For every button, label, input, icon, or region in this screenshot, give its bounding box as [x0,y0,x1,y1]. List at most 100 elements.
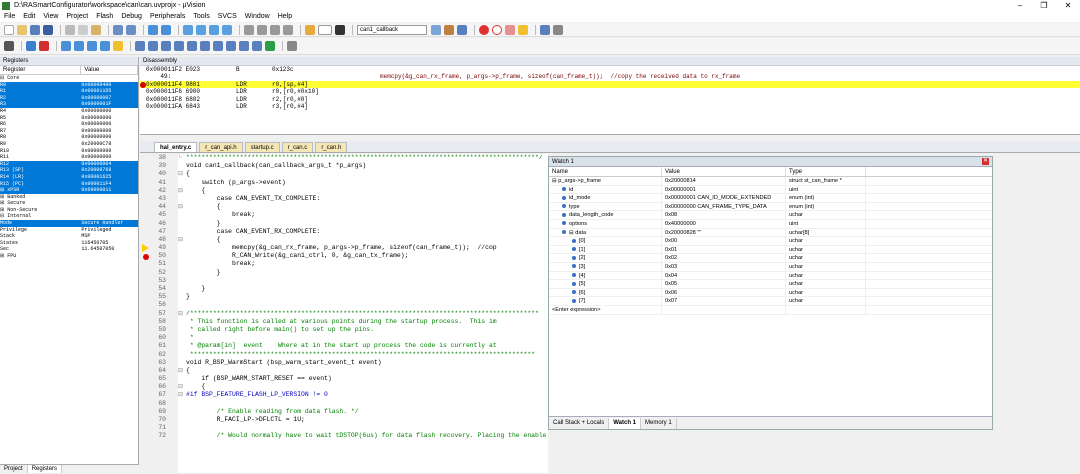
call-stack-window-icon[interactable] [187,41,197,51]
code-line[interactable]: 67 ⊟ #if BSP_FEATURE_FLASH_LP_VERSION != 0 [140,391,548,399]
code-line[interactable]: 69 /* Enable reading from data flash. */ [140,408,548,416]
watch-value[interactable]: 0x00000001 CAN_ID_MODE_EXTENDED [662,194,786,202]
register-row[interactable]: ⊞ Secure [0,200,138,207]
clear-bookmarks-icon[interactable] [222,24,232,35]
memory-window-icon[interactable] [213,41,223,51]
register-row[interactable]: R8 0x00000000 [0,134,138,141]
code-editor[interactable]: 38 └ *************************************… [140,154,548,473]
disassembly-line[interactable]: 0x000011F8 6802 LDR r2,[r0,#0] [140,96,1080,103]
watch-value[interactable]: 0x20000828 "" [662,228,786,237]
code-line[interactable]: 62 *************************************… [140,351,548,359]
code-line[interactable]: 45 break; [140,211,548,219]
code-line[interactable]: 56 [140,301,548,309]
watch-row[interactable]: options 0x40000000 uint [549,219,992,229]
window-layout-icon[interactable] [540,24,550,35]
watch-row[interactable]: [1] 0x01 uchar [549,245,992,255]
command-window-icon[interactable] [135,41,145,51]
registers-window-icon[interactable] [174,41,184,51]
menu-project[interactable]: Project [66,13,88,20]
menu-svcs[interactable]: SVCS [218,13,237,20]
code-line[interactable]: 53 [140,277,548,285]
close-button[interactable]: ✕ [1056,0,1080,11]
register-row[interactable]: ⊟ Core [0,75,138,82]
next-bookmark-icon[interactable] [209,24,219,35]
code-line[interactable]: 54 } [140,285,548,293]
watch-value[interactable]: 0x00000001 [662,185,786,194]
register-row[interactable]: R10 0x00000000 [0,148,138,155]
disassembly-line[interactable]: 0x000011F4 9801 LDR r0,[sp,#4] [140,80,1080,89]
disassembly-line[interactable]: 0x000011FA 6843 LDR r3,[r0,#4] [140,103,1080,110]
menu-peripherals[interactable]: Peripherals [150,13,185,20]
register-row[interactable]: Stack MSP [0,233,138,240]
fold-marker[interactable]: ⊟ [178,170,186,178]
watch-value[interactable]: 0x06 [662,288,786,297]
comment-icon[interactable] [270,24,280,35]
register-row[interactable]: R6 0x00000000 [0,121,138,128]
register-row[interactable]: R9 0x20000C78 [0,141,138,148]
code-line[interactable]: 50 R_CAN_Write(&g_can1_ctrl, 0, &g_can_t… [140,252,548,260]
watch-row[interactable]: [7] 0x07 uchar [549,297,992,306]
wrench-icon[interactable] [553,24,563,35]
code-line[interactable]: 41 switch (p_args->event) [140,179,548,187]
code-line[interactable]: 61 * @param[in] event Where at in the st… [140,342,548,350]
watch-value[interactable]: 0x07 [662,297,786,305]
code-line[interactable]: 42 ⊟ { [140,187,548,195]
save-all-icon[interactable] [43,24,53,35]
register-row[interactable]: R15 (PC) 0x000011F4 [0,180,138,188]
watch-row[interactable]: data_length_code 0x08 uchar [549,211,992,220]
uncomment-icon[interactable] [283,24,293,35]
fold-marker[interactable]: ⊟ [178,383,186,391]
fold-marker[interactable]: ⊟ [178,187,186,195]
menu-debug[interactable]: Debug [121,13,142,20]
kill-breakpoints-icon[interactable] [505,24,515,35]
watch-value[interactable]: 0x00 [662,237,786,245]
code-line[interactable]: 64 ⊟{ [140,367,548,375]
editor-tab[interactable]: hal_entry.c [154,142,198,152]
bookmark-icon[interactable] [183,24,193,35]
nav-back-icon[interactable] [148,24,158,35]
code-line[interactable]: 40 ⊟{ [140,170,548,178]
value-column-header[interactable]: Value [81,66,138,74]
code-line[interactable]: 66 ⊟ { [140,383,548,391]
code-line[interactable]: 55} [140,293,548,301]
redo-icon[interactable] [126,24,136,35]
watch-row[interactable]: [0] 0x00 uchar [549,237,992,246]
code-line[interactable]: 63 void R_BSP_WarmStart (bsp_warm_start_e… [140,359,548,367]
watch-value[interactable]: 0x00000000 CAN_FRAME_TYPE_DATA [662,202,786,211]
serial-window-icon[interactable] [226,41,236,51]
trace-window-icon[interactable] [252,41,262,51]
watch-value[interactable]: 0x05 [662,280,786,288]
watch-row[interactable]: [5] 0x05 uchar [549,280,992,289]
indent-icon[interactable] [244,24,254,35]
watch-value[interactable]: 0x01 [662,245,786,254]
register-row[interactable]: R14 (LR) 0x00001625 [0,173,138,181]
watch-name-header[interactable]: Name [549,167,662,176]
tab-watch-1[interactable]: Watch 1 [609,417,641,429]
code-line[interactable]: 72 /* Would normally have to wait tDSTOP… [140,432,548,440]
register-row[interactable]: R11 0x00000000 [0,154,138,161]
register-row[interactable]: States 116450705 [0,240,138,247]
unindent-icon[interactable] [257,24,267,35]
code-line[interactable]: 71 [140,424,548,432]
watch-row[interactable]: id_mode 0x00000001 CAN_ID_MODE_EXTENDED en… [549,194,992,203]
menu-view[interactable]: View [43,13,58,20]
analysis-window-icon[interactable] [239,41,249,51]
tab-project[interactable]: Project [0,465,28,473]
register-row[interactable]: R0 0x00000400 [0,81,138,89]
fold-marker[interactable]: ⊟ [178,310,186,318]
register-row[interactable]: ⊞ Non-Secure [0,207,138,214]
register-row[interactable]: R12 0x00000004 [0,160,138,168]
code-line[interactable]: 65 if (BSP_WARM_START_RESET == event) [140,375,548,383]
fold-marker[interactable]: ⊟ [178,391,186,399]
menu-help[interactable]: Help [278,13,292,20]
code-line[interactable]: 70 R_FACI_LP->DFLCTL = 1U; [140,416,548,424]
icon-placeholder[interactable] [318,24,332,35]
debug-session-icon[interactable] [457,24,467,35]
disassembly-line[interactable]: 49: memcpy(&g_can_rx_frame, p_args->p_fr… [140,73,1080,80]
code-line[interactable]: 38 └ *************************************… [140,154,548,162]
editor-scrollbar[interactable] [1070,154,1080,473]
watch-value[interactable] [662,305,786,314]
step-out-icon[interactable] [87,41,97,51]
breakpoint-icon[interactable] [143,253,149,260]
register-row[interactable]: ⊞ FPU [0,253,138,260]
